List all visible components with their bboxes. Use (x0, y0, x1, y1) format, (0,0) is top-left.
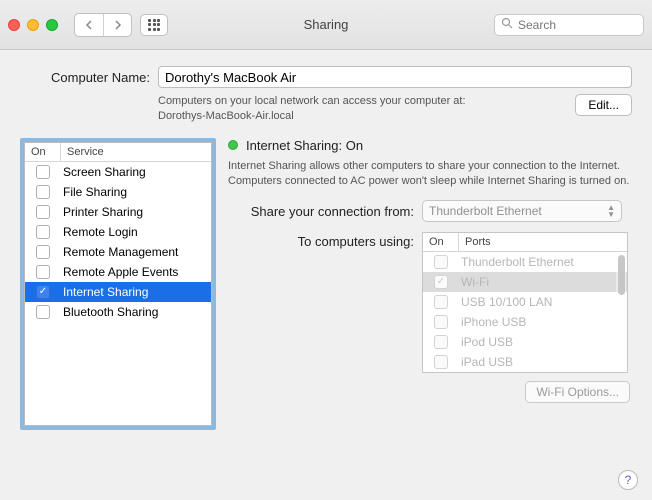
service-row[interactable]: Remote Management (25, 242, 211, 262)
port-row[interactable]: iPod USB (423, 332, 627, 352)
search-input[interactable] (518, 18, 637, 32)
minimize-icon[interactable] (27, 19, 39, 31)
search-icon (501, 17, 513, 32)
window-controls (8, 19, 58, 31)
port-checkbox[interactable] (434, 335, 448, 349)
window-title: Sharing (304, 17, 349, 32)
service-label: Printer Sharing (61, 205, 211, 219)
ports-scrollbar[interactable] (616, 253, 626, 371)
help-button[interactable]: ? (618, 470, 638, 490)
chevron-left-icon (85, 20, 93, 30)
port-row[interactable]: USB 10/100 LAN (423, 292, 627, 312)
computer-name-hint: Computers on your local network can acce… (158, 94, 466, 124)
service-label: Remote Management (61, 245, 211, 259)
grid-icon (148, 19, 160, 31)
service-row[interactable]: Screen Sharing (25, 162, 211, 182)
service-label: File Sharing (61, 185, 211, 199)
services-list[interactable]: On Service Screen Sharing File Sharing Pri… (24, 142, 212, 426)
service-label: Screen Sharing (61, 165, 211, 179)
port-label: iPhone USB (459, 315, 627, 329)
service-checkbox[interactable] (36, 165, 50, 179)
service-checkbox[interactable] (36, 185, 50, 199)
status-title: Internet Sharing: On (246, 138, 363, 153)
zoom-icon[interactable] (46, 19, 58, 31)
service-label: Remote Apple Events (61, 265, 211, 279)
scroll-thumb[interactable] (618, 255, 625, 295)
hint-line-1: Computers on your local network can acce… (158, 94, 466, 109)
service-label: Internet Sharing (61, 285, 211, 299)
wifi-options-button[interactable]: Wi-Fi Options... (525, 381, 630, 403)
share-from-label: Share your connection from: (228, 204, 414, 219)
port-checkbox[interactable] (434, 295, 448, 309)
port-checkbox[interactable] (434, 275, 448, 289)
service-checkbox[interactable] (36, 265, 50, 279)
back-button[interactable] (75, 14, 103, 36)
updown-icon: ▲▼ (607, 204, 615, 218)
ports-header-ports[interactable]: Ports (459, 233, 627, 251)
title-bar: Sharing (0, 0, 652, 50)
computer-name-input[interactable] (158, 66, 632, 88)
service-row[interactable]: Internet Sharing (25, 282, 211, 302)
hint-line-2: Dorothys-MacBook-Air.local (158, 109, 466, 124)
ports-header: On Ports (423, 233, 627, 252)
port-label: iPad USB (459, 355, 627, 369)
port-row[interactable]: Thunderbolt Ethernet (423, 252, 627, 272)
status-row: Internet Sharing: On (228, 138, 632, 153)
to-computers-label: To computers using: (228, 232, 414, 373)
service-row[interactable]: Bluetooth Sharing (25, 302, 211, 322)
edit-button[interactable]: Edit... (575, 94, 632, 116)
share-from-select[interactable]: Thunderbolt Ethernet ▲▼ (422, 200, 622, 222)
status-indicator-icon (228, 140, 238, 150)
service-row[interactable]: File Sharing (25, 182, 211, 202)
service-checkbox[interactable] (36, 225, 50, 239)
port-row[interactable]: Wi-Fi (423, 272, 627, 292)
status-description: Internet Sharing allows other computers … (228, 159, 632, 189)
service-row[interactable]: Remote Login (25, 222, 211, 242)
port-row[interactable]: iPhone USB (423, 312, 627, 332)
service-label: Remote Login (61, 225, 211, 239)
service-checkbox[interactable] (36, 205, 50, 219)
ports-header-on[interactable]: On (423, 233, 459, 251)
search-field[interactable] (494, 14, 644, 36)
service-row[interactable]: Printer Sharing (25, 202, 211, 222)
port-checkbox[interactable] (434, 315, 448, 329)
service-checkbox[interactable] (36, 245, 50, 259)
port-label: USB 10/100 LAN (459, 295, 627, 309)
chevron-right-icon (114, 20, 122, 30)
service-checkbox[interactable] (36, 285, 50, 299)
services-list-focus-ring: On Service Screen Sharing File Sharing Pri… (20, 138, 216, 430)
services-header: On Service (25, 143, 211, 162)
services-header-service[interactable]: Service (61, 143, 211, 161)
service-checkbox[interactable] (36, 305, 50, 319)
port-label: Wi-Fi (459, 275, 627, 289)
port-row[interactable]: iPad USB (423, 352, 627, 372)
service-row[interactable]: Remote Apple Events (25, 262, 211, 282)
close-icon[interactable] (8, 19, 20, 31)
share-from-value: Thunderbolt Ethernet (429, 204, 542, 218)
ports-list[interactable]: On Ports Thunderbolt Ethernet Wi-Fi USB 10… (422, 232, 628, 373)
port-label: Thunderbolt Ethernet (459, 255, 627, 269)
forward-button[interactable] (103, 14, 131, 36)
port-label: iPod USB (459, 335, 627, 349)
services-header-on[interactable]: On (25, 143, 61, 161)
port-checkbox[interactable] (434, 255, 448, 269)
show-all-button[interactable] (140, 14, 168, 36)
computer-name-label: Computer Name: (20, 70, 150, 85)
nav-segment (74, 13, 132, 37)
service-label: Bluetooth Sharing (61, 305, 211, 319)
port-checkbox[interactable] (434, 355, 448, 369)
